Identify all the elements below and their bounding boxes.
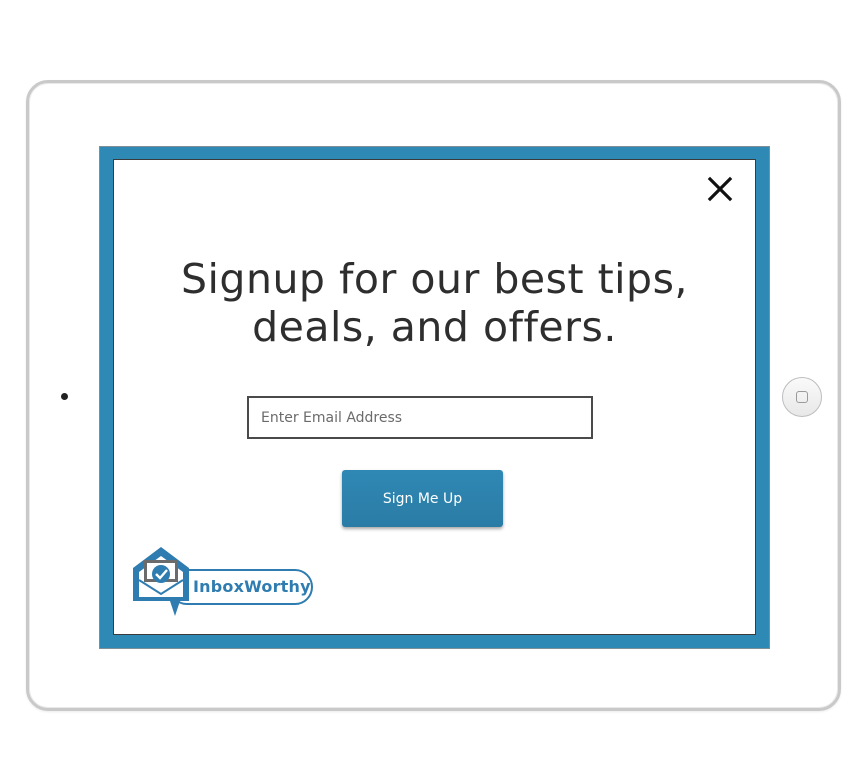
close-icon[interactable] [706, 175, 734, 203]
sign-me-up-button[interactable]: Sign Me Up [342, 470, 503, 527]
envelope-check-icon [133, 547, 189, 616]
camera-dot [61, 393, 68, 400]
brand-name: InboxWorthy [193, 577, 311, 596]
home-square-icon [796, 391, 808, 403]
signup-headline: Signup for our best tips, deals, and offe… [181, 255, 688, 351]
home-button[interactable] [782, 377, 822, 417]
email-field[interactable] [247, 396, 593, 439]
